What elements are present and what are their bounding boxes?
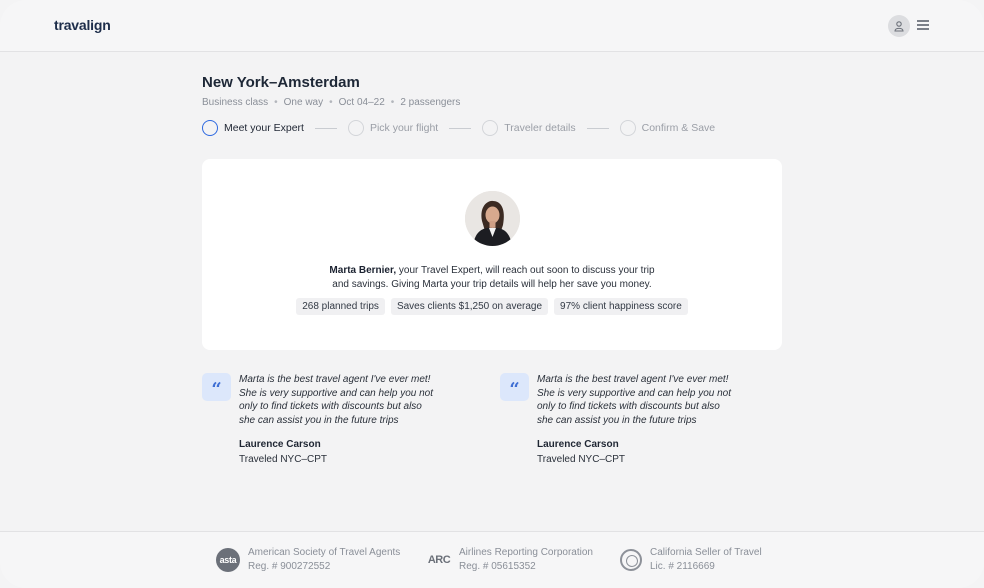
accreditation-asta: asta American Society of Travel Agents R… [216, 546, 400, 574]
expert-card: Marta Bernier, your Travel Expert, will … [202, 159, 782, 350]
quote-line: Marta is the best travel agent I've ever… [537, 374, 729, 385]
testimonial-author: Laurence Carson [537, 439, 619, 450]
testimonial-quote: Marta is the best travel agent I've ever… [537, 373, 752, 427]
step-label: Traveler details [504, 122, 576, 134]
quote-line: only to find tickets with discounts but … [239, 401, 422, 413]
hamburger-menu-icon[interactable] [917, 20, 929, 30]
trip-class: Business class [202, 97, 269, 108]
step-circle-icon [347, 120, 364, 136]
arc-logo-icon: ARC [427, 554, 451, 566]
separator-dot: • [390, 97, 395, 108]
step-connector [586, 127, 609, 129]
quote-line: She is very supportive and can help you … [537, 387, 732, 399]
app-frame: travalign New York–Amsterdam Business cl… [0, 0, 984, 588]
travalign-logo[interactable]: travalign [54, 17, 111, 33]
accreditation-reg: Reg. # 900272552 [248, 561, 331, 572]
quote-icon: “ [202, 373, 231, 401]
testimonial-author: Laurence Carson [239, 439, 321, 450]
step-meet-expert[interactable]: Meet your Expert [202, 120, 304, 136]
quote-line: Marta is the best travel agent I've ever… [239, 374, 431, 385]
quote-line: she can assist you in the future trips [537, 414, 697, 426]
trip-dates: Oct 04–22 [338, 97, 385, 108]
quote-line: she can assist you in the future trips [239, 414, 399, 426]
testimonial-route: Traveled NYC–CPT [537, 454, 625, 465]
step-circle-icon [482, 120, 499, 136]
asta-logo-icon: asta [216, 548, 240, 572]
accreditation-arc: ARC Airlines Reporting Corporation Reg. … [427, 546, 593, 574]
trip-details: Business class • One way • Oct 04–22 • 2… [202, 97, 460, 108]
accreditation-california: California Seller of Travel Lic. # 21166… [620, 546, 762, 574]
step-pick-flight[interactable]: Pick your flight [347, 120, 439, 136]
expert-intro: Marta Bernier, your Travel Expert, will … [202, 264, 782, 292]
trip-type: One way [283, 97, 324, 108]
expert-name: Marta Bernier, [329, 265, 397, 276]
expert-stats: 268 planned trips Saves clients $1,250 o… [202, 298, 782, 315]
quote-icon: “ [500, 373, 529, 401]
trip-passengers: 2 passengers [400, 97, 461, 108]
expert-intro-line2: and savings. Giving Marta your trip deta… [332, 279, 652, 290]
step-circle-icon [619, 120, 636, 136]
step-label: Confirm & Save [641, 122, 716, 134]
top-header: travalign [0, 0, 984, 52]
accreditation-reg: Lic. # 2116669 [650, 561, 715, 572]
quote-line: only to find tickets with discounts but … [537, 401, 720, 413]
separator-dot: • [274, 97, 278, 108]
testimonial-route: Traveled NYC–CPT [239, 454, 327, 465]
accreditation-name: American Society of Travel Agents [248, 547, 401, 558]
step-label: Pick your flight [369, 122, 439, 134]
progress-stepper: Meet your Expert Pick your flight Travel… [202, 120, 715, 136]
accreditation-reg: Reg. # 05615352 [459, 561, 536, 572]
expert-intro-line1: your Travel Expert, will reach out soon … [396, 265, 655, 276]
step-label: Meet your Expert [224, 122, 304, 134]
accreditation-name: Airlines Reporting Corporation [459, 547, 593, 558]
step-circle-icon [202, 120, 218, 136]
user-icon[interactable] [888, 15, 910, 37]
accreditation-footer: asta American Society of Travel Agents R… [0, 531, 984, 588]
stat-chip-savings: Saves clients $1,250 on average [390, 298, 549, 315]
step-traveler-details[interactable]: Traveler details [482, 120, 576, 136]
step-connector [449, 127, 472, 129]
step-confirm-save[interactable]: Confirm & Save [619, 120, 716, 136]
quote-line: She is very supportive and can help you … [239, 387, 434, 399]
stat-chip-trips: 268 planned trips [296, 298, 385, 315]
trip-title: New York–Amsterdam [202, 74, 360, 91]
stat-chip-happiness: 97% client happiness score [554, 298, 688, 315]
separator-dot: • [329, 97, 333, 108]
accreditation-name: California Seller of Travel [650, 547, 762, 558]
california-seal-icon [620, 549, 642, 571]
step-connector [314, 127, 337, 129]
testimonial-quote: Marta is the best travel agent I've ever… [239, 373, 454, 427]
expert-avatar [465, 191, 520, 246]
